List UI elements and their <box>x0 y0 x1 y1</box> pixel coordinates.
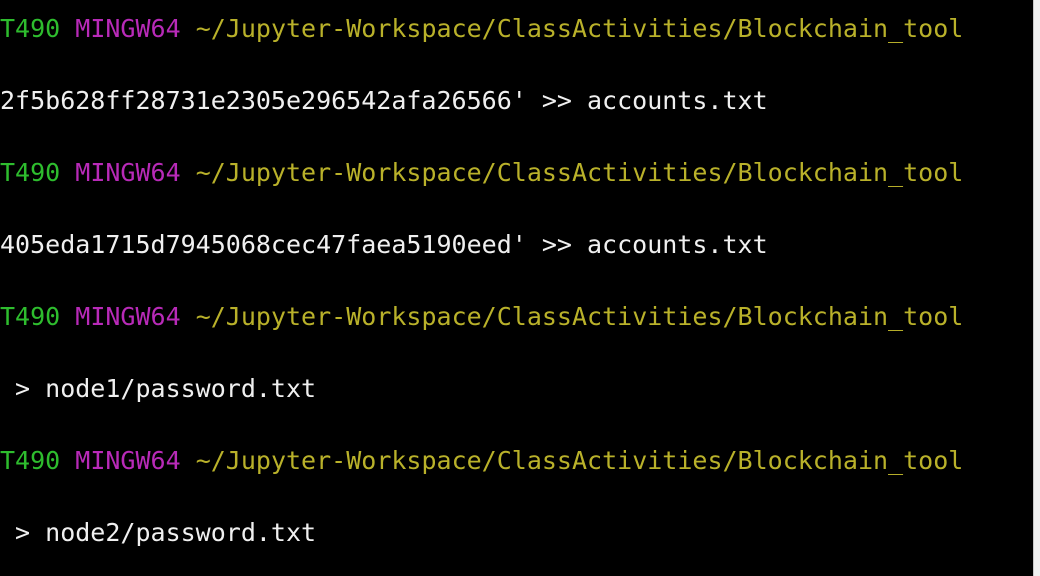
prompt-path: ~/Jupyter-Workspace/ClassActivities/Bloc… <box>195 158 964 187</box>
output-line: 2f5b628ff28731e2305e296542afa26566' >> a… <box>0 86 768 115</box>
prompt-host: T490 <box>0 302 61 331</box>
prompt-shell: MINGW64 <box>75 14 181 43</box>
prompt-path: ~/Jupyter-Workspace/ClassActivities/Bloc… <box>195 14 964 43</box>
prompt-shell: MINGW64 <box>75 446 181 475</box>
prompt-path: ~/Jupyter-Workspace/ClassActivities/Bloc… <box>195 302 964 331</box>
vertical-scrollbar[interactable] <box>1034 0 1040 576</box>
prompt-shell: MINGW64 <box>75 302 181 331</box>
prompt-line: T490 MINGW64 ~/Jupyter-Workspace/ClassAc… <box>0 14 963 44</box>
terminal-window[interactable]: T490 MINGW64 ~/Jupyter-Workspace/ClassAc… <box>0 0 1040 576</box>
prompt-line: T490 MINGW64 ~/Jupyter-Workspace/ClassAc… <box>0 302 963 332</box>
prompt-path: ~/Jupyter-Workspace/ClassActivities/Bloc… <box>195 446 964 475</box>
prompt-line: T490 MINGW64 ~/Jupyter-Workspace/ClassAc… <box>0 446 963 476</box>
output-line: > node2/password.txt <box>0 518 317 547</box>
prompt-host: T490 <box>0 14 61 43</box>
prompt-host: T490 <box>0 158 61 187</box>
prompt-line: T490 MINGW64 ~/Jupyter-Workspace/ClassAc… <box>0 158 963 188</box>
output-line: 405eda1715d7945068cec47faea5190eed' >> a… <box>0 230 768 259</box>
prompt-shell: MINGW64 <box>75 158 181 187</box>
prompt-host: T490 <box>0 446 61 475</box>
output-line: > node1/password.txt <box>0 374 317 403</box>
